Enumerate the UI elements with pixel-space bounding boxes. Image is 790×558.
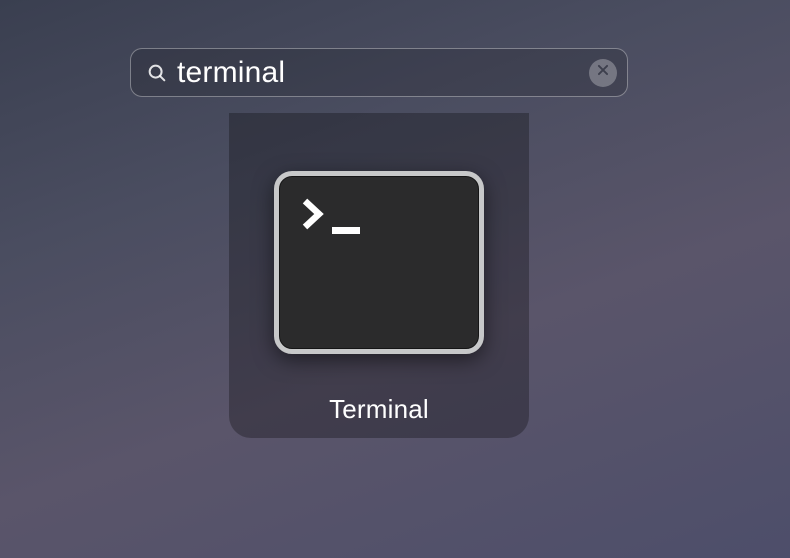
- search-result-tile[interactable]: Terminal: [229, 113, 529, 438]
- clear-search-button[interactable]: [589, 59, 617, 87]
- app-label: Terminal: [329, 394, 429, 425]
- search-icon: [143, 62, 171, 84]
- launchpad-search-bar: [130, 48, 628, 97]
- terminal-prompt-icon: [302, 196, 326, 232]
- close-icon: [596, 63, 610, 82]
- search-input[interactable]: [171, 56, 589, 90]
- terminal-app-icon: [274, 171, 484, 354]
